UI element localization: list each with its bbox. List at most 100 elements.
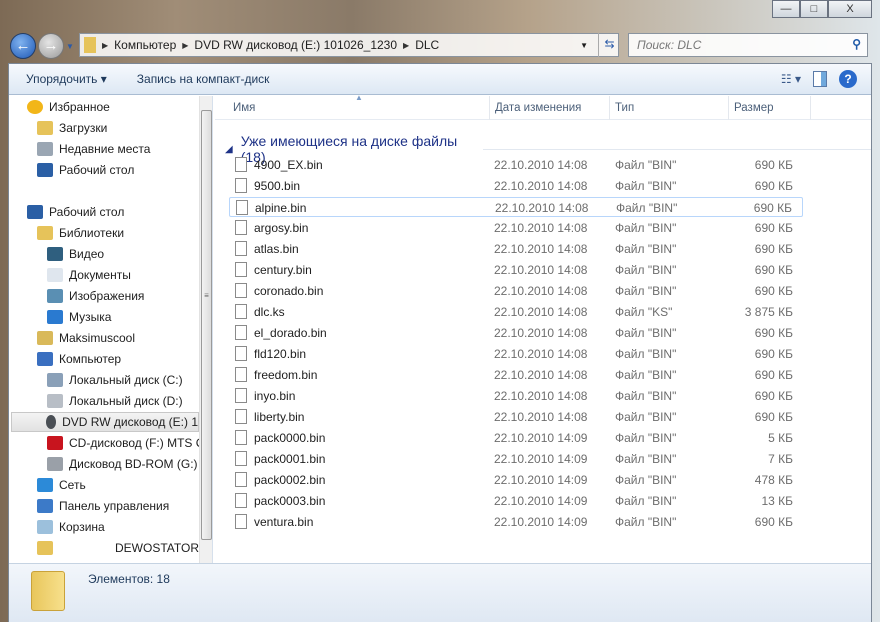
sort-ascending-icon: ▲ xyxy=(355,93,363,102)
file-icon xyxy=(235,346,247,361)
file-row[interactable]: 4900_EX.bin 22.10.2010 14:08 Файл "BIN" … xyxy=(229,155,803,175)
preview-pane-icon[interactable] xyxy=(813,71,827,87)
file-row[interactable]: dlc.ks 22.10.2010 14:08 Файл "KS" 3 875 … xyxy=(229,302,803,322)
file-size: 690 КБ xyxy=(754,242,793,256)
burn-to-disc-button[interactable]: Запись на компакт-диск xyxy=(137,72,270,86)
file-row[interactable]: 9500.bin 22.10.2010 14:08 Файл "BIN" 690… xyxy=(229,176,803,196)
pictures-icon xyxy=(47,289,63,303)
file-row[interactable]: pack0002.bin 22.10.2010 14:09 Файл "BIN"… xyxy=(229,470,803,490)
file-date: 22.10.2010 14:08 xyxy=(494,221,588,235)
breadcrumb-dvd[interactable]: DVD RW дисковод (E:) 101026_1230 xyxy=(194,38,397,52)
sidebar-item[interactable]: Изображения xyxy=(47,286,144,306)
file-icon xyxy=(235,493,247,508)
search-icon[interactable]: ⚲ xyxy=(852,37,861,51)
file-date: 22.10.2010 14:08 xyxy=(494,410,588,424)
file-row[interactable]: pack0003.bin 22.10.2010 14:09 Файл "BIN"… xyxy=(229,491,803,511)
forward-button[interactable]: → xyxy=(38,33,64,59)
folder-icon xyxy=(37,541,53,555)
file-row[interactable]: liberty.bin 22.10.2010 14:08 Файл "BIN" … xyxy=(229,407,803,427)
file-row[interactable]: inyo.bin 22.10.2010 14:08 Файл "BIN" 690… xyxy=(229,386,803,406)
file-row[interactable]: century.bin 22.10.2010 14:08 Файл "BIN" … xyxy=(229,260,803,280)
refresh-button[interactable]: ⇆ xyxy=(598,33,620,57)
file-name: century.bin xyxy=(254,263,312,277)
sidebar-item[interactable]: Рабочий стол xyxy=(37,160,134,180)
sidebar-item-label: Музыка xyxy=(69,310,112,324)
file-row[interactable]: alpine.bin 22.10.2010 14:08 Файл "BIN" 6… xyxy=(229,197,803,217)
file-row[interactable]: pack0001.bin 22.10.2010 14:09 Файл "BIN"… xyxy=(229,449,803,469)
sidebar-item[interactable]: Музыка xyxy=(47,307,111,327)
sidebar-item[interactable]: Локальный диск (C:) xyxy=(47,370,183,390)
file-size: 690 КБ xyxy=(753,201,792,215)
close-button[interactable]: X xyxy=(828,0,872,18)
file-date: 22.10.2010 14:08 xyxy=(494,179,588,193)
title-bar: — □ X ← → ▼ ▶ Компьютер ▶ DVD RW дисковод … xyxy=(0,0,880,62)
file-type: Файл "KS" xyxy=(615,305,673,319)
file-icon xyxy=(235,409,247,424)
file-row[interactable]: el_dorado.bin 22.10.2010 14:08 Файл "BIN… xyxy=(229,323,803,343)
file-row[interactable]: coronado.bin 22.10.2010 14:08 Файл "BIN"… xyxy=(229,281,803,301)
scrollbar-thumb[interactable]: ≡ xyxy=(201,110,212,540)
file-size: 690 КБ xyxy=(754,221,793,235)
file-type: Файл "BIN" xyxy=(615,263,677,277)
sidebar-item[interactable]: Maksimuscool xyxy=(37,328,135,348)
file-type: Файл "BIN" xyxy=(615,494,677,508)
file-row[interactable]: argosy.bin 22.10.2010 14:08 Файл "BIN" 6… xyxy=(229,218,803,238)
sidebar-item[interactable]: CD-дисковод (F:) MTS C xyxy=(47,433,204,453)
help-icon[interactable]: ? xyxy=(839,70,857,88)
libraries-icon xyxy=(37,226,53,240)
address-bar[interactable]: ▶ Компьютер ▶ DVD RW дисковод (E:) 101026_… xyxy=(79,33,619,57)
file-name: 9500.bin xyxy=(254,179,301,193)
folder-icon xyxy=(31,571,65,611)
file-type: Файл "BIN" xyxy=(615,221,677,235)
column-name[interactable]: Имя xyxy=(233,102,255,114)
file-type: Файл "BIN" xyxy=(615,389,677,403)
sidebar-item[interactable]: Библиотеки xyxy=(37,223,124,243)
file-icon xyxy=(235,325,247,340)
file-row[interactable]: fld120.bin 22.10.2010 14:08 Файл "BIN" 6… xyxy=(229,344,803,364)
recent-pages-dropdown[interactable]: ▼ xyxy=(66,42,74,51)
organize-button[interactable]: Упорядочить ▾ xyxy=(26,72,107,86)
file-name: inyo.bin xyxy=(254,389,296,403)
sidebar-item[interactable]: DVD RW дисковод (E:) 1 xyxy=(11,412,199,432)
music-icon xyxy=(47,310,63,324)
file-row[interactable]: ventura.bin 22.10.2010 14:09 Файл "BIN" … xyxy=(229,512,803,532)
sidebar-scrollbar[interactable]: ≡ xyxy=(199,96,212,563)
address-dropdown[interactable]: ▼ xyxy=(580,41,588,50)
sidebar-item[interactable]: Дисковод BD-ROM (G:) xyxy=(47,454,198,474)
file-row[interactable]: atlas.bin 22.10.2010 14:08 Файл "BIN" 69… xyxy=(229,239,803,259)
file-name: liberty.bin xyxy=(254,410,305,424)
maximize-button[interactable]: □ xyxy=(800,0,828,18)
sidebar-item[interactable]: Загрузки xyxy=(37,118,107,138)
sidebar-item[interactable]: Недавние места xyxy=(37,139,150,159)
breadcrumb-dlc[interactable]: DLC xyxy=(415,38,439,52)
user-folder-icon xyxy=(37,331,53,345)
collapse-icon[interactable]: ◢ xyxy=(225,144,233,155)
sidebar-item[interactable]: Панель управления xyxy=(37,496,169,516)
file-size: 690 КБ xyxy=(754,368,793,382)
search-input[interactable]: Поиск: DLC ⚲ xyxy=(628,33,868,57)
sidebar-item[interactable]: Сеть xyxy=(37,475,86,495)
column-size[interactable]: Размер xyxy=(734,102,774,114)
file-name: 4900_EX.bin xyxy=(254,158,323,172)
sidebar-item[interactable]: Компьютер xyxy=(37,349,121,369)
sidebar-item[interactable]: Документы xyxy=(47,265,131,285)
file-date: 22.10.2010 14:08 xyxy=(494,305,588,319)
sidebar-item[interactable]: Локальный диск (D:) xyxy=(47,391,183,411)
sidebar-item[interactable]: Рабочий стол xyxy=(27,202,124,222)
sidebar-item[interactable]: Видео xyxy=(47,244,104,264)
view-options-icon[interactable]: ☷ ▾ xyxy=(781,72,801,86)
breadcrumb-computer[interactable]: Компьютер xyxy=(114,38,176,52)
file-date: 22.10.2010 14:08 xyxy=(495,201,589,215)
sidebar-item[interactable]: Избранное xyxy=(27,97,110,117)
file-size: 7 КБ xyxy=(768,452,793,466)
sidebar-item-label: Корзина xyxy=(59,520,105,534)
file-row[interactable]: pack0000.bin 22.10.2010 14:09 Файл "BIN"… xyxy=(229,428,803,448)
minimize-button[interactable]: — xyxy=(772,0,800,18)
column-date[interactable]: Дата изменения xyxy=(495,102,581,114)
column-type[interactable]: Тип xyxy=(615,102,634,114)
file-date: 22.10.2010 14:08 xyxy=(494,263,588,277)
sidebar-item[interactable]: DEWOSTATOR xyxy=(37,538,199,558)
back-button[interactable]: ← xyxy=(10,33,36,59)
file-row[interactable]: freedom.bin 22.10.2010 14:08 Файл "BIN" … xyxy=(229,365,803,385)
sidebar-item[interactable]: Корзина xyxy=(37,517,105,537)
